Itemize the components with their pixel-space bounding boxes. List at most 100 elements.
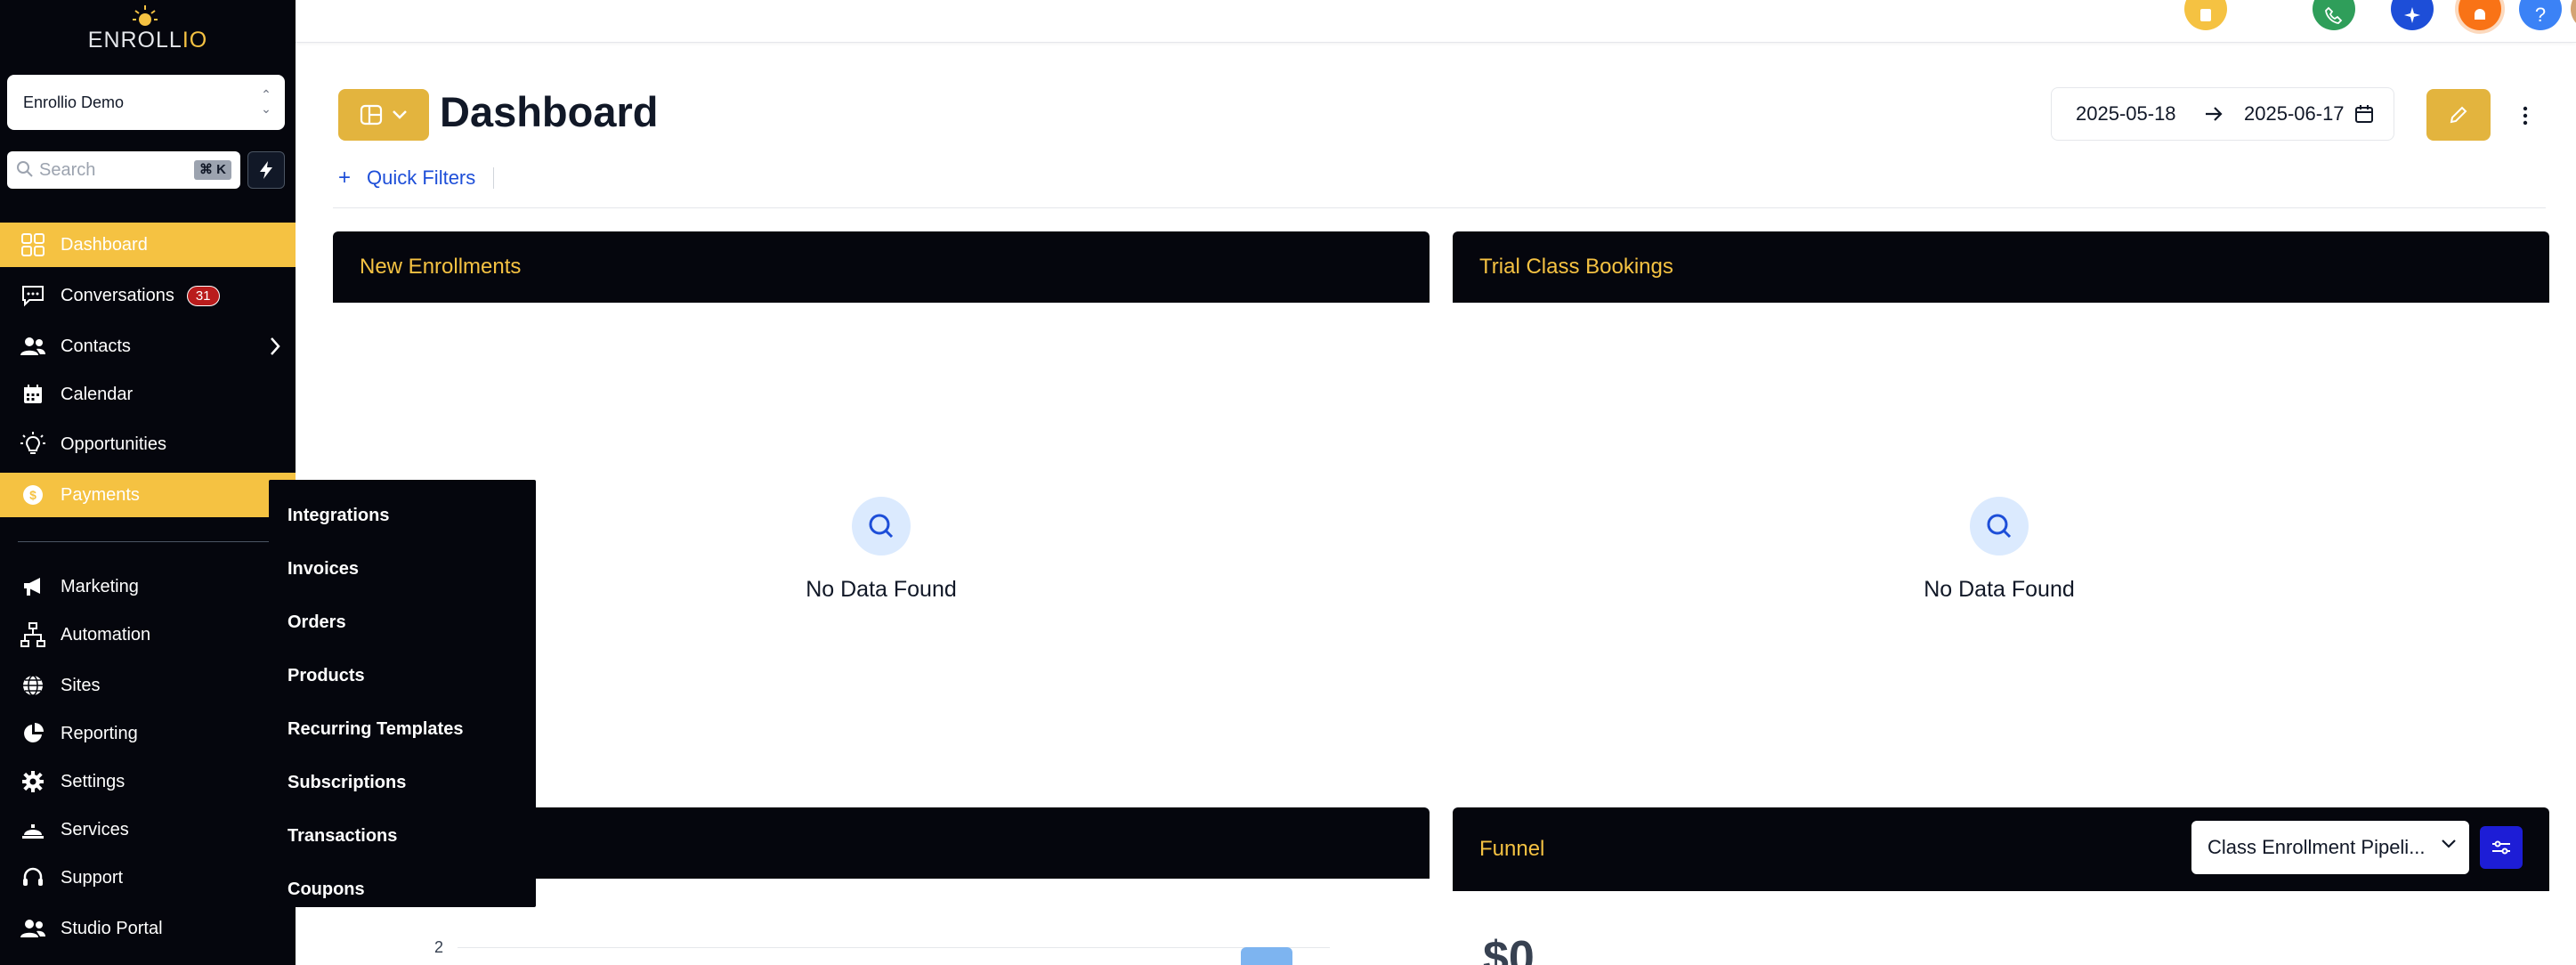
layout-switcher-button[interactable] [338,89,429,141]
edit-dashboard-button[interactable] [2426,89,2491,141]
sidebar-item-studio-portal[interactable]: Studio Portal [0,906,296,951]
sidebar-item-label: Services [61,819,129,839]
megaphone-icon [20,573,46,600]
pencil-icon [2450,106,2467,124]
sidebar-item-services[interactable]: Services [0,807,296,852]
new-enrollments-empty-state: No Data Found [748,497,1015,603]
search-placeholder: Search [39,159,96,180]
calendar-icon [20,381,46,408]
submenu-item-coupons[interactable]: Coupons [269,863,536,916]
notifications-bell-icon[interactable] [2459,0,2501,30]
sidebar-item-label: Marketing [61,576,139,596]
submenu-item-products[interactable]: Products [269,649,536,702]
search-icon [1970,497,2029,555]
avatar[interactable] [2571,0,2576,30]
sidebar-item-payments[interactable]: $ Payments [0,473,296,517]
dashboard-icon [20,231,46,258]
sidebar-item-label: Support [61,867,124,888]
people-icon [20,915,46,942]
search-input[interactable]: Search ⌘ K [7,151,240,189]
card-title: Funnel [1479,837,1545,861]
sidebar-item-opportunities[interactable]: Opportunities [0,422,296,466]
sparkle-icon[interactable] [2391,0,2434,30]
chevron-right-icon [271,337,280,355]
notes-icon[interactable] [2184,0,2227,30]
sidebar-item-conversations[interactable]: Conversations 31 [0,273,296,318]
more-options-button[interactable] [2510,98,2540,134]
sidebar-item-calendar[interactable]: Calendar [0,372,296,417]
chevron-down-icon [2442,839,2456,848]
brand-name: ENROLLIO [87,28,208,53]
pie-chart-icon [20,720,46,747]
dollar-icon: $ [20,482,46,508]
search-shortcut: ⌘ K [194,160,231,180]
calendar-icon [2355,105,2373,123]
help-icon[interactable]: ? [2519,0,2562,30]
date-end: 2025-06-17 [2244,102,2345,125]
filter-separator [493,167,494,189]
funnel-filter-button[interactable] [2480,826,2523,869]
submenu-item-integrations[interactable]: Integrations [269,489,536,542]
sidebar-item-dashboard[interactable]: Dashboard [0,223,296,267]
quick-action-button[interactable] [247,151,285,189]
top-bar: ? [296,0,2576,43]
workflow-icon [20,621,46,648]
trial-bookings-card-header: Trial Class Bookings [1453,231,2549,303]
submenu-item-transactions[interactable]: Transactions [269,809,536,863]
gear-icon [20,768,46,795]
sidebar-item-contacts[interactable]: Contacts [0,324,296,369]
account-switcher[interactable]: Enrollio Demo ⌃ ⌄ [7,75,285,130]
chat-icon [20,282,46,309]
sidebar-item-reporting[interactable]: Reporting [0,711,296,756]
header-divider [333,207,2546,208]
brand-logo[interactable]: ENROLLIO [0,0,296,62]
account-name: Enrollio Demo [23,93,125,111]
pipeline-select[interactable]: Class Enrollment Pipeli... [2191,821,2469,874]
sliders-icon [2492,840,2510,855]
chart-bar[interactable] [1241,947,1292,965]
svg-text:$: $ [29,488,36,502]
submenu-item-orders[interactable]: Orders [269,596,536,649]
new-enrollments-card-header: New Enrollments [333,231,1430,303]
sidebar-item-automation[interactable]: Automation [0,612,296,657]
sidebar: ENROLLIO Enrollio Demo ⌃ ⌄ Search ⌘ K Das… [0,0,296,965]
chart-gridline [458,947,1330,948]
sidebar-item-support[interactable]: Support [0,856,296,900]
quick-filters-button[interactable]: + Quick Filters [338,166,475,191]
layout-icon [360,104,383,126]
sidebar-item-label: Conversations [61,285,174,305]
submenu-item-subscriptions[interactable]: Subscriptions [269,756,536,809]
people-icon [20,333,46,360]
sidebar-item-sites[interactable]: Sites [0,663,296,708]
sidebar-item-label: Automation [61,624,151,645]
trial-bookings-empty-state: No Data Found [1866,497,2133,603]
lightbulb-icon [20,431,46,458]
phone-icon[interactable] [2313,0,2355,30]
quick-filters-label: Quick Filters [367,166,476,189]
empty-message: No Data Found [1924,577,2075,602]
submenu-item-invoices[interactable]: Invoices [269,542,536,596]
bell-service-icon [20,816,46,843]
sidebar-item-label: Sites [61,675,101,695]
sun-logo-icon [133,5,158,26]
sidebar-item-marketing[interactable]: Marketing [0,564,296,609]
sidebar-item-label: Calendar [61,384,134,404]
empty-message: No Data Found [806,577,957,602]
sidebar-item-label: Studio Portal [61,918,163,938]
card-title: Trial Class Bookings [1479,255,1673,279]
search-icon [17,161,33,177]
sidebar-item-label: Contacts [61,336,131,356]
pipeline-selected-value: Class Enrollment Pipeli... [2207,836,2426,858]
lightning-icon [260,161,272,179]
y-tick-label: 2 [434,938,444,956]
date-start: 2025-05-18 [2076,102,2176,125]
sidebar-item-label: Payments [61,484,140,505]
globe-icon [20,672,46,699]
page-title: Dashboard [440,88,659,135]
date-range-picker[interactable]: 2025-05-18 2025-06-17 [2051,87,2394,141]
arrow-right-icon [2206,107,2223,121]
plus-icon: + [338,166,352,190]
sidebar-item-settings[interactable]: Settings [0,759,296,804]
submenu-item-recurring-templates[interactable]: Recurring Templates [269,702,536,756]
app-root: ENROLLIO Enrollio Demo ⌃ ⌄ Search ⌘ K Das… [0,0,2576,965]
